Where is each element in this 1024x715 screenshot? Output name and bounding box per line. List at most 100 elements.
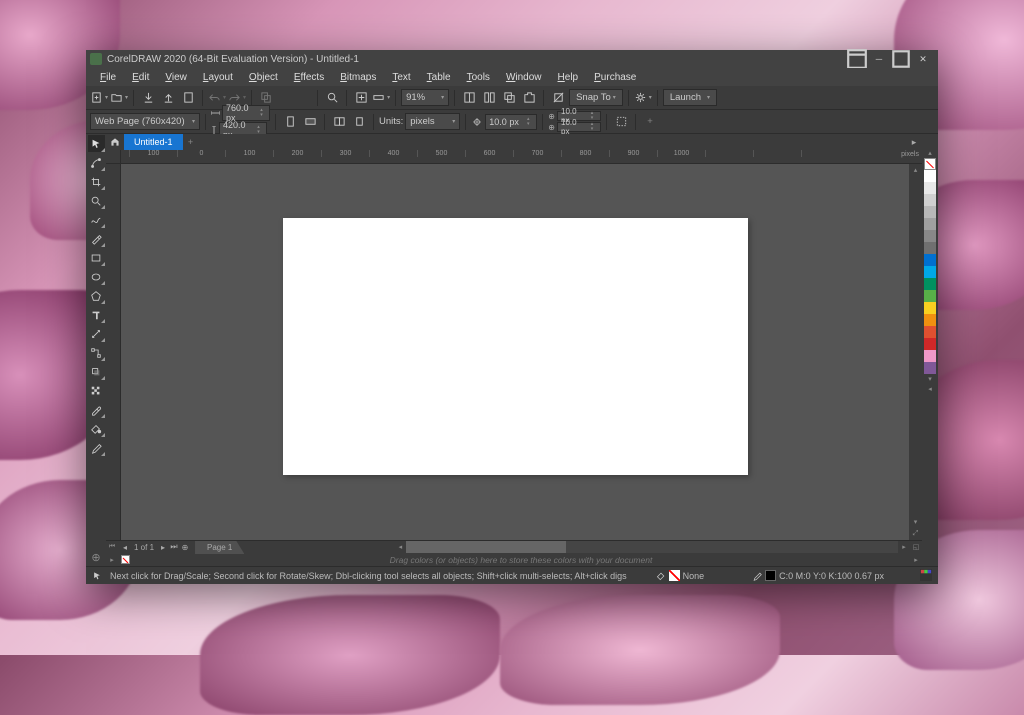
show-rulers-button[interactable]: ▾ [372,89,390,107]
color-swatch[interactable] [924,302,936,314]
undo-button[interactable]: ▾ [208,89,226,107]
palette-flyout[interactable]: ◂ [928,384,932,394]
nudge-distance-input[interactable]: 10.0 px▴▾ [485,114,537,130]
portrait-button[interactable] [281,113,299,131]
snap-to-dropdown[interactable]: Snap To▾ [569,89,623,106]
open-button[interactable]: ▾ [110,89,128,107]
artistic-media-tool[interactable] [88,230,105,247]
publish-pdf-button[interactable] [179,89,197,107]
search-button[interactable] [323,89,341,107]
close-button[interactable]: ✕ [912,52,934,66]
color-swatch[interactable] [924,254,936,266]
doc-palette-menu[interactable]: ▸ [106,553,118,566]
zoom-tool[interactable] [88,192,105,209]
color-swatch[interactable] [924,206,936,218]
import-button[interactable] [139,89,157,107]
text-tool[interactable] [88,306,105,323]
color-swatch[interactable] [924,362,936,374]
color-swatch[interactable] [924,350,936,362]
menu-table[interactable]: Table [421,70,457,85]
palette-scroll-down[interactable]: ▾ [928,374,932,384]
menu-file[interactable]: File [94,70,122,85]
ruler-origin[interactable] [106,150,121,164]
snap-off-button[interactable] [549,89,567,107]
redo-button[interactable]: ▾ [228,89,246,107]
shape-tool[interactable] [88,154,105,171]
page-last-button[interactable]: ⏭ [169,542,179,552]
new-tab-button[interactable]: + [183,134,199,150]
window-tabbed-button[interactable] [520,89,538,107]
eyedropper-tool[interactable] [88,401,105,418]
menu-text[interactable]: Text [386,70,416,85]
current-page-button[interactable] [350,113,368,131]
docker-toggle[interactable]: ▸ [906,134,922,150]
drawing-page[interactable] [283,218,748,475]
interactive-fill-tool[interactable] [88,420,105,437]
new-document-button[interactable]: ▾ [90,89,108,107]
color-swatch[interactable] [924,278,936,290]
window-cascade-button[interactable] [500,89,518,107]
crop-tool[interactable] [88,173,105,190]
pick-tool[interactable] [88,135,105,152]
color-swatch[interactable] [924,194,936,206]
maximize-button[interactable] [890,52,912,66]
document-tab[interactable]: Untitled-1 [124,134,183,150]
color-swatch[interactable] [924,290,936,302]
page-next-button[interactable]: ▸ [158,543,168,552]
color-swatch[interactable] [924,182,936,194]
scroll-zoom-button[interactable]: ⤢ [909,528,922,540]
vertical-ruler[interactable] [106,164,121,540]
window-arrange-button[interactable] [460,89,478,107]
horizontal-scrollbar[interactable] [406,541,566,553]
page-tab[interactable]: Page 1 [195,541,244,554]
doc-palette-nocolor[interactable] [121,555,130,564]
rectangle-tool[interactable] [88,249,105,266]
color-swatch[interactable] [924,230,936,242]
page-width-input[interactable]: 760.0 px▴▾ [222,105,270,121]
canvas-viewport[interactable] [121,164,909,540]
menu-help[interactable]: Help [552,70,585,85]
workspace-button[interactable] [846,52,868,66]
page-first-button[interactable]: ⏮ [106,541,118,553]
parallel-dimension-tool[interactable] [88,325,105,342]
color-proof-button[interactable] [920,569,932,583]
page-preset-combo[interactable]: Web Page (760x420)▾ [90,113,200,130]
outline-indicator[interactable]: C:0 M:0 Y:0 K:100 0.67 px [752,570,884,581]
outline-tool[interactable] [88,439,105,456]
freehand-tool[interactable] [88,211,105,228]
page-prev-button[interactable]: ◂ [120,543,130,552]
navigator-button[interactable]: ◱ [910,541,922,553]
drop-shadow-tool[interactable] [88,363,105,380]
color-swatch[interactable] [924,326,936,338]
landscape-button[interactable] [301,113,319,131]
transparency-tool[interactable] [88,382,105,399]
minimize-button[interactable]: ─ [868,52,890,66]
color-swatch[interactable] [924,314,936,326]
treat-as-filled-button[interactable] [612,113,630,131]
add-page-button[interactable]: ⊕ [180,543,190,552]
color-swatch[interactable] [924,338,936,350]
scroll-left-button[interactable]: ◂ [394,541,406,553]
zoom-level-combo[interactable]: 91%▾ [401,89,449,106]
menu-tools[interactable]: Tools [461,70,496,85]
copy-button[interactable] [257,89,275,107]
add-preset-button[interactable]: + [641,113,659,131]
color-swatch[interactable] [924,218,936,230]
menu-object[interactable]: Object [243,70,284,85]
color-swatch[interactable] [924,242,936,254]
launch-dropdown[interactable]: Launch▾ [663,89,717,106]
units-combo[interactable]: pixels▾ [405,113,460,130]
palette-scroll-up[interactable]: ▴ [928,148,932,158]
fill-indicator[interactable]: None [656,570,705,581]
menu-window[interactable]: Window [500,70,548,85]
window-tile-button[interactable] [480,89,498,107]
welcome-tab[interactable] [106,134,124,150]
ellipse-tool[interactable] [88,268,105,285]
scroll-right-button[interactable]: ▸ [898,541,910,553]
color-swatch[interactable] [924,170,936,182]
menu-view[interactable]: View [159,70,193,85]
duplicate-y-input[interactable]: 10.0 px▴▾ [557,122,601,132]
menu-layout[interactable]: Layout [197,70,239,85]
menu-purchase[interactable]: Purchase [588,70,642,85]
menu-effects[interactable]: Effects [288,70,330,85]
